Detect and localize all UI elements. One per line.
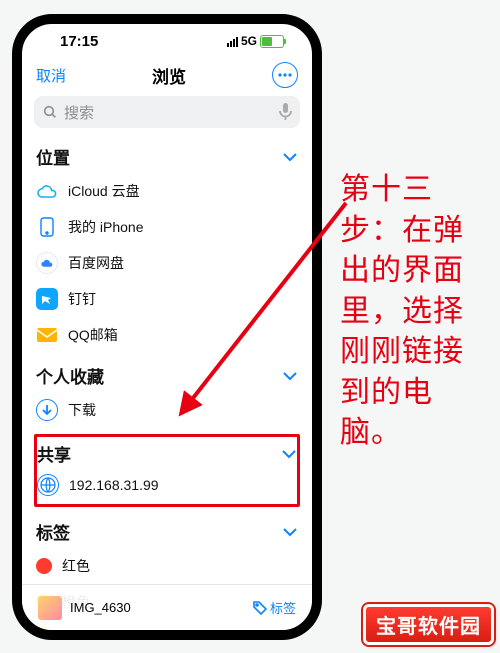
tag-red[interactable]: 红色 [36,548,298,584]
section-header-locations[interactable]: 位置 [36,134,298,173]
status-right: 5G [227,34,284,48]
dingtalk-icon [36,288,58,310]
tag-button[interactable]: 标签 [253,598,296,617]
iphone-icon [36,216,58,238]
list-item-label: iCloud 云盘 [68,181,140,201]
chevron-down-icon [282,371,298,381]
search-placeholder: 搜索 [64,102,94,123]
status-time: 17:15 [60,33,98,50]
thumbnail-icon [38,596,62,620]
ellipsis-icon [278,73,292,77]
status-bar: 17:15 5G [22,24,312,58]
annotation-highlight: 共享 192.168.31.99 [34,434,300,507]
cancel-button[interactable]: 取消 [36,65,66,86]
shared-server[interactable]: 192.168.31.99 [37,470,297,500]
section-locations: 位置 iCloud 云盘 我的 iPhone 百度网盘 钉钉 [22,134,312,353]
favorite-downloads[interactable]: 下载 [36,392,298,428]
phone-frame: 17:15 5G 取消 浏览 搜索 位置 iCloud 云盘 [12,14,322,640]
list-item-label: 百度网盘 [68,253,124,273]
section-header-shared[interactable]: 共享 [37,439,297,470]
tag-dot-icon [36,558,52,574]
qqmail-icon [36,324,58,346]
location-icloud[interactable]: iCloud 云盘 [36,173,298,209]
chevron-down-icon [282,152,298,162]
tag-button-label: 标签 [270,598,296,617]
globe-icon [37,474,59,496]
location-dingtalk[interactable]: 钉钉 [36,281,298,317]
nav-bar: 取消 浏览 [22,58,312,96]
network-label: 5G [241,34,257,48]
section-favorites: 个人收藏 下载 [22,353,312,428]
more-button[interactable] [272,62,298,88]
chevron-down-icon [281,449,297,459]
list-item-label: 钉钉 [68,289,96,309]
list-item-label: 192.168.31.99 [69,477,159,493]
page-title: 浏览 [152,63,186,88]
search-input[interactable]: 搜索 [34,96,300,128]
download-icon [36,399,58,421]
list-item-label: 下载 [68,400,96,420]
section-title: 个人收藏 [36,363,104,388]
location-baidu[interactable]: 百度网盘 [36,245,298,281]
watermark-badge: 宝哥软件园 [363,604,494,645]
section-title: 位置 [36,144,70,169]
section-title: 共享 [37,441,71,466]
section-header-tags[interactable]: 标签 [36,509,298,548]
search-icon [42,104,58,120]
tag-icon [253,601,267,615]
baidu-icon [36,252,58,274]
cloud-icon [36,180,58,202]
battery-icon [260,35,284,48]
list-item-label: QQ邮箱 [68,325,118,345]
filename-label: IMG_4630 [70,600,131,615]
recent-file[interactable]: IMG_4630 [38,596,131,620]
list-item-label: 红色 [62,556,90,576]
annotation-text: 第十三步：在弹出的界面里，选择刚刚链接到的电脑。 [340,170,490,454]
section-shared: 共享 192.168.31.99 [22,434,312,507]
mic-icon[interactable] [279,103,292,121]
location-qqmail[interactable]: QQ邮箱 [36,317,298,353]
section-title: 标签 [36,519,70,544]
location-iphone[interactable]: 我的 iPhone [36,209,298,245]
signal-icon [227,35,238,47]
chevron-down-icon [282,527,298,537]
bottom-bar: IMG_4630 标签 [22,584,312,630]
section-header-favorites[interactable]: 个人收藏 [36,353,298,392]
list-item-label: 我的 iPhone [68,217,143,237]
